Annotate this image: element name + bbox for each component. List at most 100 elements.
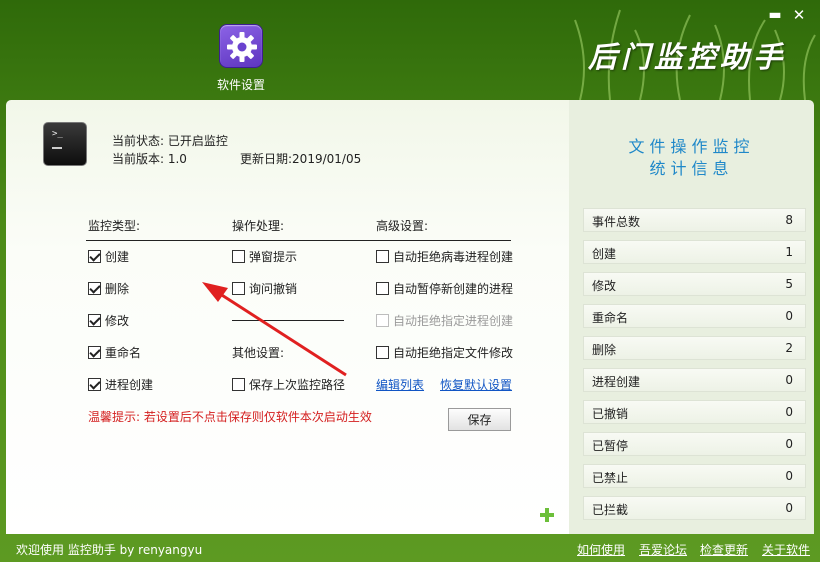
stat-label: 已撤销 [592,407,629,421]
restore-default-link[interactable]: 恢复默认设置 [440,376,512,393]
stat-row-forbidden: 已禁止 0 [583,464,806,488]
advanced-heading: 高级设置: [376,219,429,233]
stat-row-total: 事件总数 8 [583,208,806,232]
software-settings-button[interactable]: 软件设置 [214,24,268,94]
edit-list-link[interactable]: 编辑列表 [376,376,424,393]
stat-value: 0 [785,501,793,515]
checkbox-box[interactable] [232,377,245,391]
checkbox-label: 修改 [105,313,130,328]
checkbox-label: 删除 [105,281,130,296]
checkbox-popup-alert[interactable]: 弹窗提示 [232,248,297,264]
stat-row-rename: 重命名 0 [583,304,806,328]
stat-value: 1 [785,245,793,259]
check-update-link[interactable]: 检查更新 [700,541,748,558]
stat-label: 事件总数 [592,215,641,229]
checkbox-box[interactable] [88,249,101,263]
stat-label: 创建 [592,247,617,261]
checkbox-label: 询问撤销 [249,281,298,296]
stat-label: 删除 [592,343,617,357]
checkbox-rename[interactable]: 重命名 [88,344,141,360]
checkbox-label: 自动拒绝指定进程创建 [393,313,514,328]
stat-label: 已拦截 [592,503,629,517]
forum-link[interactable]: 吾爱论坛 [639,541,687,558]
stat-label: 修改 [592,279,617,293]
close-button[interactable]: ✕ [790,6,808,24]
stat-value: 5 [785,277,793,291]
stat-value: 0 [785,469,793,483]
stat-label: 重命名 [592,311,629,325]
update-date: 更新日期:2019/01/05 [240,152,362,166]
checkbox-modify[interactable]: 修改 [88,312,129,328]
checkbox-box [376,313,389,327]
checkbox-create[interactable]: 创建 [88,248,129,264]
stat-row-paused: 已暂停 0 [583,432,806,456]
gear-icon [219,24,263,68]
checkbox-delete[interactable]: 删除 [88,280,129,296]
checkbox-label: 弹窗提示 [249,249,298,264]
how-to-use-link[interactable]: 如何使用 [577,541,625,558]
stat-value: 0 [785,405,793,419]
stat-value: 0 [785,437,793,451]
checkbox-box[interactable] [376,249,389,263]
checkbox-ask-undo[interactable]: 询问撤销 [232,280,297,296]
operation-divider [232,320,344,321]
heading-divider [86,240,511,241]
about-link[interactable]: 关于软件 [762,541,810,558]
monitor-type-heading: 监控类型: [88,219,141,233]
checkbox-box[interactable] [88,377,101,391]
stat-row-delete: 删除 2 [583,336,806,360]
stat-row-blocked: 已拦截 0 [583,496,806,520]
stat-value: 0 [785,373,793,387]
stat-value: 8 [785,213,793,227]
stat-row-create: 创建 1 [583,240,806,264]
checkbox-reject-file-modify[interactable]: 自动拒绝指定文件修改 [376,344,513,360]
statistics-title-line1: 文件操作监控 [628,137,755,156]
statistics-title: 文件操作监控 统计信息 [569,136,814,180]
app-window: ▬ ✕ 软件设置 后门监控助手 >_ 当前状态: 已开启监控 当前版本: 1.0… [0,0,820,562]
stat-value: 2 [785,341,793,355]
stat-value: 0 [785,309,793,323]
checkbox-pause-new-process[interactable]: 自动暂停新创建的进程 [376,280,513,296]
current-status: 当前状态: 已开启监控 [112,134,228,148]
checkbox-label: 自动拒绝指定文件修改 [393,345,514,360]
terminal-icon: >_ [43,122,87,166]
checkbox-box[interactable] [232,249,245,263]
stat-label: 进程创建 [592,375,641,389]
checkbox-box[interactable] [88,281,101,295]
app-title: 后门监控助手 [588,40,787,74]
stat-row-undone: 已撤销 0 [583,400,806,424]
checkbox-reject-specified-process: 自动拒绝指定进程创建 [376,312,513,328]
welcome-text: 欢迎使用 监控助手 by renyangyu [16,543,203,557]
minimize-button[interactable]: ▬ [766,6,784,24]
checkbox-box[interactable] [88,313,101,327]
checkbox-label: 进程创建 [105,377,154,392]
checkbox-box[interactable] [88,345,101,359]
stat-label: 已暂停 [592,439,629,453]
settings-panel: >_ 当前状态: 已开启监控 当前版本: 1.0 更新日期:2019/01/05… [6,100,569,534]
operation-heading: 操作处理: [232,219,285,233]
statistics-title-line2: 统计信息 [649,159,734,178]
checkbox-save-last-path[interactable]: 保存上次监控路径 [232,376,345,392]
checkbox-label: 创建 [105,249,130,264]
checkbox-box[interactable] [376,281,389,295]
current-version: 当前版本: 1.0 [112,152,187,166]
warning-text: 温馨提示: 若设置后不点击保存则仅软件本次启动生效 [88,410,372,424]
checkbox-process-create[interactable]: 进程创建 [88,376,153,392]
checkbox-label: 保存上次监控路径 [249,377,346,392]
checkbox-box[interactable] [376,345,389,359]
stat-row-modify: 修改 5 [583,272,806,296]
other-settings-heading: 其他设置: [232,346,285,360]
stat-label: 已禁止 [592,471,629,485]
checkbox-label: 自动拒绝病毒进程创建 [393,249,514,264]
software-settings-label: 软件设置 [216,78,265,92]
save-button[interactable]: 保存 [448,408,511,431]
checkbox-box[interactable] [232,281,245,295]
checkbox-label: 重命名 [105,345,142,360]
stat-row-process-create: 进程创建 0 [583,368,806,392]
checkbox-reject-virus-process[interactable]: 自动拒绝病毒进程创建 [376,248,513,264]
plus-icon[interactable] [538,506,556,524]
statistics-panel: 文件操作监控 统计信息 事件总数 8 创建 1 修改 5 重命名 0 删除 2 … [569,100,814,534]
footer: 欢迎使用 监控助手 by renyangyu 如何使用 吾爱论坛 检查更新 关于… [0,534,820,562]
checkbox-label: 自动暂停新创建的进程 [393,281,514,296]
header: ▬ ✕ 软件设置 后门监控助手 [0,0,820,100]
